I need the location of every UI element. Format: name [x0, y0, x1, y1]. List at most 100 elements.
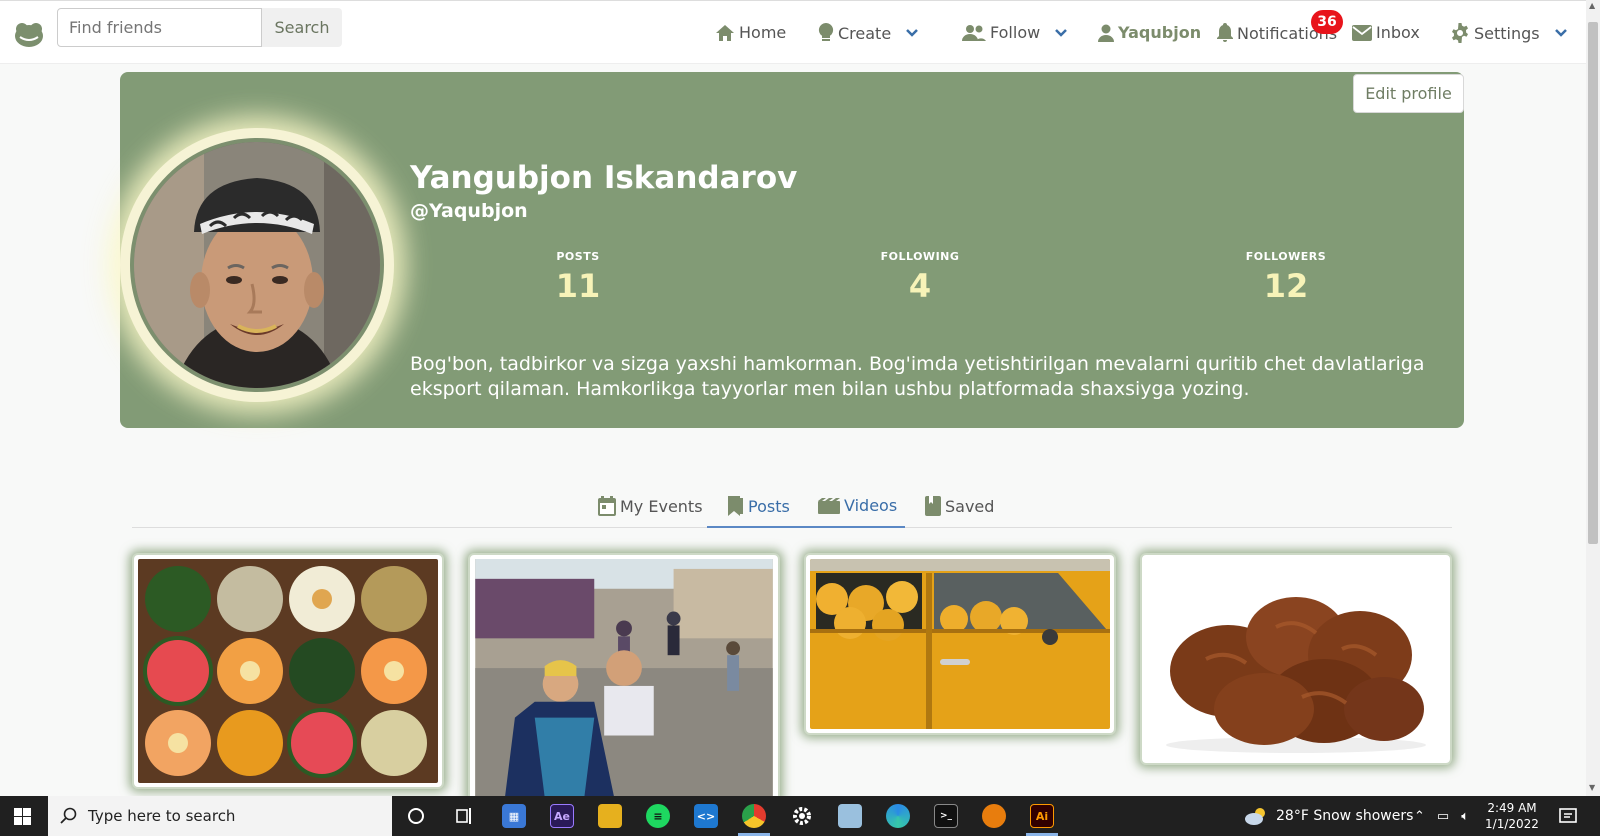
- envelope-icon: [1352, 24, 1372, 41]
- tab-saved[interactable]: Saved: [925, 496, 994, 516]
- tab-saved-label: Saved: [945, 496, 995, 516]
- calendar-icon: [598, 496, 616, 516]
- tray-chevron-up-icon[interactable]: ⌃: [1414, 809, 1425, 824]
- post-card[interactable]: [804, 553, 1116, 735]
- clock-date: 1/1/2022: [1485, 817, 1539, 831]
- after-effects-icon[interactable]: Ae: [550, 804, 574, 828]
- terminal-icon[interactable]: >_: [934, 804, 958, 828]
- nav-follow[interactable]: Follow: [962, 23, 1068, 42]
- stat-following-value: 4: [908, 267, 932, 305]
- tab-active-indicator: [707, 526, 905, 528]
- avatar[interactable]: [130, 138, 384, 392]
- notepad-icon[interactable]: [838, 804, 862, 828]
- scroll-up-arrow-icon[interactable]: ▲: [1589, 2, 1597, 10]
- tab-my-events[interactable]: My Events: [598, 496, 703, 516]
- settings-gear-icon[interactable]: [790, 804, 814, 828]
- avatar-frame: [120, 128, 394, 402]
- volume-icon[interactable]: 🔈︎: [1461, 809, 1469, 824]
- stat-posts-value: 11: [555, 267, 601, 305]
- weather-cloud-icon: [1245, 808, 1265, 825]
- taskbar-clock[interactable]: 2:49 AM 1/1/2022: [1482, 800, 1542, 832]
- tab-my-events-label: My Events: [620, 496, 703, 516]
- top-navbar: Search Home Create Follow Yaqubjon Notif…: [0, 0, 1586, 64]
- stat-followers-value: 12: [1263, 267, 1309, 305]
- search-icon: [60, 807, 77, 824]
- post-card[interactable]: [1140, 553, 1452, 765]
- avatar-portrait-image: [134, 142, 380, 388]
- post-card[interactable]: [132, 553, 444, 789]
- weather-text: 28°F Snow showers: [1276, 808, 1414, 824]
- book-icon: [925, 496, 941, 516]
- stat-following-label: FOLLOWING: [880, 250, 960, 263]
- search-button[interactable]: Search: [262, 8, 342, 47]
- scroll-thumb[interactable]: [1588, 22, 1598, 544]
- windows-start-icon[interactable]: [14, 808, 31, 825]
- profile-tabs: My Events Posts Videos Saved: [132, 490, 1452, 528]
- chrome-icon[interactable]: [742, 804, 766, 828]
- user-icon: [1098, 24, 1114, 42]
- notification-count-badge: 36: [1311, 10, 1343, 34]
- cortana-icon[interactable]: [404, 804, 428, 828]
- taskbar-search-placeholder: Type here to search: [88, 807, 236, 825]
- file-explorer-icon[interactable]: [598, 804, 622, 828]
- page-scrollbar[interactable]: ▲ ▼: [1586, 0, 1600, 796]
- post-image-dried-apricots: [1146, 559, 1446, 759]
- chevron-down-icon: [1055, 28, 1068, 37]
- spotify-icon[interactable]: ≡: [646, 804, 670, 828]
- chevron-down-icon: [1554, 29, 1567, 37]
- home-icon: [716, 24, 734, 41]
- users-icon: [962, 24, 986, 41]
- tab-videos[interactable]: Videos: [818, 496, 897, 515]
- nav-home[interactable]: Home: [715, 23, 786, 42]
- nav-home-label: Home: [739, 23, 787, 42]
- tab-posts[interactable]: Posts: [726, 496, 790, 516]
- film-icon: [818, 497, 840, 514]
- system-tray[interactable]: ⌃ ▭ 🔈︎: [1414, 796, 1469, 836]
- chevron-down-icon: [906, 29, 919, 37]
- post-card[interactable]: [468, 553, 780, 803]
- vscode-icon[interactable]: <>: [694, 804, 718, 828]
- nav-create-label: Create: [838, 23, 892, 43]
- profile-handle: @Yaqubjon: [410, 200, 528, 222]
- stat-followers-label: FOLLOWERS: [1245, 250, 1327, 263]
- stat-posts-label: POSTS: [556, 250, 600, 263]
- bookmark-icon: [728, 496, 743, 516]
- lightbulb-icon: [818, 23, 834, 41]
- stat-followers[interactable]: FOLLOWERS 12: [1226, 250, 1346, 305]
- tab-posts-label: Posts: [748, 496, 790, 516]
- illustrator-icon[interactable]: Ai: [1030, 804, 1054, 828]
- nav-inbox[interactable]: Inbox: [1352, 23, 1420, 42]
- search-input[interactable]: [57, 8, 262, 47]
- weather-widget[interactable]: 28°F Snow showers: [1244, 796, 1413, 836]
- profile-name: Yangubjon Iskandarov: [410, 160, 798, 196]
- post-image-yellow-car: [810, 559, 1110, 729]
- tab-videos-label: Videos: [844, 496, 898, 515]
- notification-center-icon[interactable]: [1556, 804, 1580, 828]
- edge-icon[interactable]: [886, 804, 910, 828]
- clock-time: 2:49 AM: [1487, 801, 1537, 815]
- nav-settings-label: Settings: [1474, 23, 1540, 43]
- gear-icon: [1452, 23, 1468, 43]
- profile-card: Edit profile Yangubjon Iskandarov @Yaqub…: [120, 72, 1464, 428]
- windows-taskbar: Type here to search ▦ Ae ≡ <> >_ Ai 28°F…: [0, 796, 1600, 836]
- taskbar-search[interactable]: Type here to search: [48, 796, 392, 836]
- profile-bio: Bog'bon, tadbirkor va sizga yaxshi hamko…: [410, 353, 1425, 400]
- task-view-icon[interactable]: [452, 804, 476, 828]
- nav-follow-label: Follow: [990, 23, 1041, 42]
- bell-icon: [1217, 23, 1233, 42]
- nav-profile-label: Yaqubjon: [1118, 23, 1202, 42]
- stat-posts[interactable]: POSTS 11: [518, 250, 638, 305]
- post-image-dancers: [474, 559, 774, 797]
- nav-create[interactable]: Create: [818, 23, 919, 43]
- nav-settings[interactable]: Settings: [1450, 23, 1568, 43]
- stat-following[interactable]: FOLLOWING 4: [860, 250, 980, 305]
- post-image-melons: [138, 559, 438, 783]
- edit-profile-button[interactable]: Edit profile: [1353, 74, 1464, 113]
- microsoft-store-icon[interactable]: ▦: [502, 804, 526, 828]
- nav-inbox-label: Inbox: [1376, 23, 1420, 42]
- blender-icon[interactable]: [982, 804, 1006, 828]
- nav-profile[interactable]: Yaqubjon: [1098, 23, 1201, 42]
- scroll-down-arrow-icon[interactable]: ▼: [1589, 784, 1597, 792]
- logo-icon[interactable]: [12, 17, 46, 51]
- battery-icon[interactable]: ▭: [1437, 809, 1449, 824]
